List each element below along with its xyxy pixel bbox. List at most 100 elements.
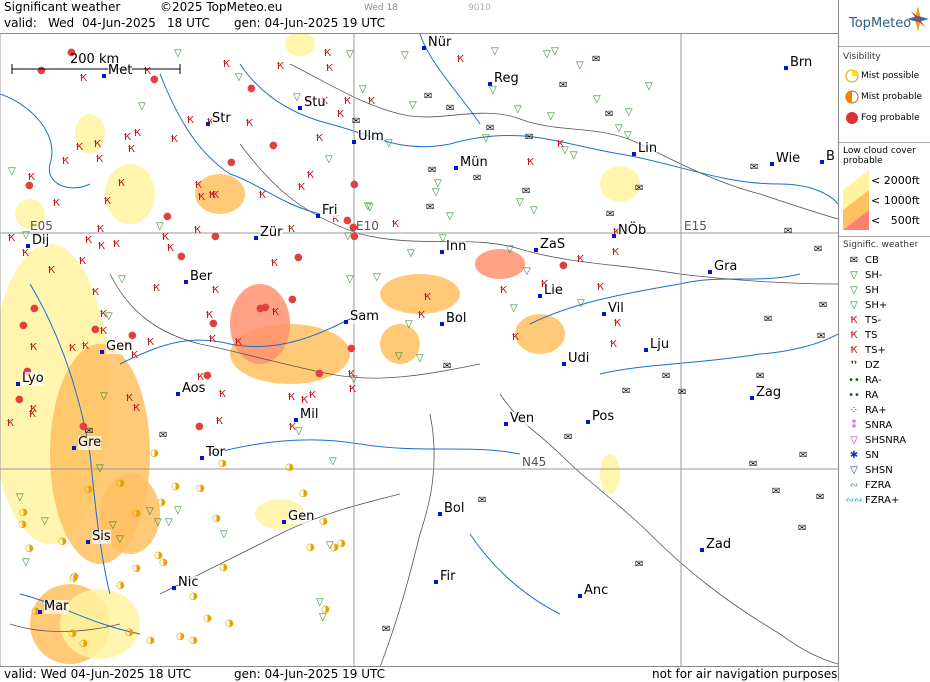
city-marker <box>578 594 582 598</box>
legend-low-cloud-title-2: probable <box>843 156 883 166</box>
ts-icon: Ҟ <box>100 326 107 337</box>
fog-icon: ● <box>211 231 220 242</box>
valid-prefix: valid: <box>4 16 37 30</box>
ts-icon: Ҟ <box>198 192 205 203</box>
mist-icon: ◑ <box>285 462 294 473</box>
ts-icon: Ҟ <box>614 318 621 329</box>
shower-icon: ▽ <box>561 145 569 156</box>
cb-icon: ✉ <box>814 244 822 255</box>
legend-visibility-title: Visibility <box>843 52 881 62</box>
cb-icon: ✉ <box>559 80 567 91</box>
legend-signif-label: TS+ <box>865 345 886 356</box>
map-header: Significant weather ©2025 TopMeteo.eu We… <box>0 0 838 33</box>
mist-icon: ◑ <box>159 557 168 568</box>
low-cloud-area <box>600 454 620 494</box>
cb-icon: ✉ <box>443 361 451 372</box>
ts-icon: Ҟ <box>610 339 617 350</box>
low-cloud-area <box>105 164 155 224</box>
legend-mist-probable-label: Mist probable <box>861 91 923 102</box>
shower-icon: ▽ <box>359 84 367 95</box>
shower-icon: ▽ <box>138 101 146 112</box>
city-label: Aos <box>182 381 206 396</box>
city-marker <box>298 106 302 110</box>
cb-icon: ✉ <box>424 91 432 102</box>
mist-icon: ◑ <box>189 591 198 602</box>
legend-signif-row: ✉ CB <box>843 253 929 268</box>
ts-icon: Ҟ <box>298 182 305 193</box>
shower-icon: ▽ <box>516 197 524 208</box>
cb-icon: ✉ <box>816 492 824 503</box>
cb-icon: ✉ <box>159 430 167 441</box>
legend-signif-row: Ҟ TS- <box>843 313 929 328</box>
low-cloud-area <box>60 589 140 659</box>
mist-icon: ◑ <box>79 638 88 649</box>
fog-icon: ● <box>315 368 324 379</box>
legend-signif-label: CB <box>865 255 879 266</box>
legend-signif-label: RA- <box>865 375 882 386</box>
fog-icon: ● <box>163 211 172 222</box>
legend-signif-row: ❜❜ DZ <box>843 358 929 373</box>
shower-icon: ▽ <box>325 154 333 165</box>
ts-icon: Ҟ <box>324 48 331 59</box>
shower-icon: ▽ <box>624 130 632 141</box>
shower-icon: ▽ <box>146 506 154 517</box>
mist-icon: ◑ <box>132 508 141 519</box>
fog-icon: ● <box>195 421 204 432</box>
cb-icon: ✉ <box>772 486 780 497</box>
city-label: Sam <box>350 309 379 324</box>
legend-signif-row: ⁑ SNRA <box>843 418 929 433</box>
ts-icon: Ҟ <box>79 256 86 267</box>
shower-icon: ▽ <box>547 111 555 122</box>
cb-icon: ✉ <box>817 331 825 342</box>
shower-icon: ▽ <box>482 133 490 144</box>
low-cloud-area <box>515 314 565 354</box>
city-label: Gen <box>288 509 315 524</box>
map-canvas[interactable]: Ҟ◑●ҞҞ●▽▽◑Ҟ◑▽ҞҞҞ✉Ҟ▽▽✉Ҟ▽◑Ҟ◑▽ҞҞ●ҞҞҞҞҞ▽Ҟ▽◑ҞҞ… <box>0 33 838 667</box>
city-marker <box>86 540 90 544</box>
ts-icon: Ҟ <box>133 403 140 414</box>
ts-icon: Ҟ <box>348 369 355 380</box>
copyright: ©2025 TopMeteo.eu <box>160 0 283 14</box>
fog-icon: ● <box>30 303 39 314</box>
legend-fog-probable: Fog probable <box>843 107 929 128</box>
shower-icon: ▽ <box>293 92 301 103</box>
ts-icon: Ҟ <box>53 198 60 209</box>
low-cloud-gradient-icon <box>843 170 869 230</box>
fog-icon: ● <box>559 260 568 271</box>
fog-icon: ● <box>79 421 88 432</box>
mist-icon: ◑ <box>306 542 315 553</box>
shower-icon: ▽ <box>593 94 601 105</box>
shower-icon: ▽ <box>373 272 381 283</box>
mist-icon: ◑ <box>319 516 328 527</box>
shower-icon: ▽ <box>174 48 182 59</box>
city-label: Met <box>108 63 133 78</box>
ts-icon: Ҟ <box>500 285 507 296</box>
mist-icon: ◑ <box>58 536 67 547</box>
city-label: Stu <box>304 95 326 110</box>
ts-icon: Ҟ <box>301 395 308 406</box>
cb-icon: ✉ <box>478 495 486 506</box>
city-marker <box>438 512 442 516</box>
legend-signif-row: ▽ SHSNRA <box>843 433 929 448</box>
cb-icon: ✉ <box>635 183 643 194</box>
fog-areas <box>0 34 640 664</box>
city-marker <box>632 152 636 156</box>
shower-icon: ▽ <box>576 60 584 71</box>
footer-disclaimer: not for air navigation purposes <box>652 667 838 681</box>
map-footer: valid: Wed 04-Jun-2025 18 UTC gen: 04-Ju… <box>0 666 838 682</box>
legend-signif-label: SNRA <box>865 420 893 431</box>
city-label: B <box>826 149 835 164</box>
mist-icon: ◑ <box>212 513 221 524</box>
city-marker <box>176 392 180 396</box>
city-label: Sis <box>92 529 111 544</box>
shower-icon: ▽ <box>220 529 228 540</box>
shsnra-icon: ▽ <box>850 435 858 446</box>
legend-signif-label: SH- <box>865 270 883 281</box>
legend-signif-row: ∾ FZRA <box>843 478 929 493</box>
cb-icon: ✉ <box>764 314 772 325</box>
city-marker <box>770 162 774 166</box>
city-label: Tor <box>206 445 226 460</box>
ts-icon: Ҟ <box>223 59 230 70</box>
legend-signif-row: •• RA- <box>843 373 929 388</box>
cb-icon: ✉ <box>784 226 792 237</box>
